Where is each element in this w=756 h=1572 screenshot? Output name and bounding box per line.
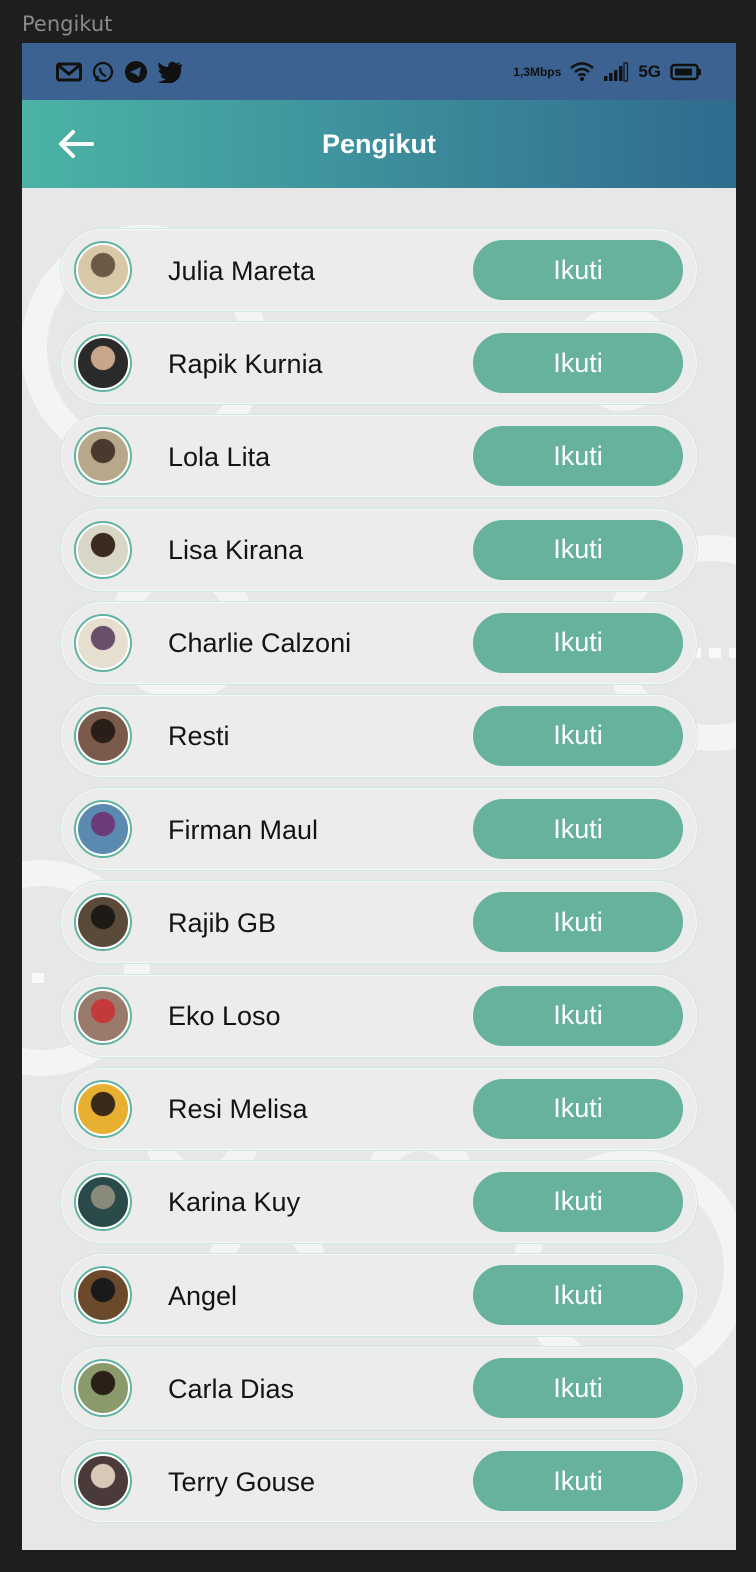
avatar[interactable] — [74, 241, 132, 299]
avatar-photo — [76, 615, 130, 670]
avatar-photo — [76, 802, 130, 857]
avatar-photo — [76, 1361, 130, 1416]
avatar-photo — [76, 429, 130, 484]
follower-name: Resi Melisa — [168, 1094, 308, 1125]
network-type: 5G — [638, 61, 661, 81]
follow-button[interactable]: Ikuti — [473, 705, 683, 766]
avatar-photo — [76, 1268, 130, 1323]
avatar[interactable] — [74, 1079, 132, 1138]
whatsapp-icon — [91, 60, 115, 84]
list-item: Terry Gouse Ikuti — [60, 1439, 698, 1524]
avatar-photo — [76, 708, 130, 763]
avatar[interactable] — [74, 706, 132, 765]
avatar[interactable] — [74, 1452, 132, 1511]
follow-button[interactable]: Ikuti — [473, 612, 683, 673]
follow-button[interactable]: Ikuti — [473, 1078, 683, 1139]
list-item: Resi Melisa Ikuti — [60, 1066, 698, 1151]
follow-button[interactable]: Ikuti — [473, 519, 683, 580]
follow-button[interactable]: Ikuti — [473, 1171, 683, 1232]
follower-name: Terry Gouse — [168, 1466, 316, 1497]
notification-icons — [56, 60, 183, 84]
follow-button[interactable]: Ikuti — [473, 1265, 683, 1326]
status-bar: 1,3Mbps 5G — [22, 43, 736, 100]
telegram-icon — [124, 60, 148, 84]
follow-button[interactable]: Ikuti — [473, 799, 683, 860]
avatar[interactable] — [74, 613, 132, 672]
avatar[interactable] — [74, 520, 132, 579]
follow-button[interactable]: Ikuti — [473, 985, 683, 1046]
wifi-icon — [570, 61, 595, 82]
avatar-photo — [76, 243, 130, 297]
list-item: Rapik Kurnia Ikuti — [60, 321, 698, 406]
follower-name: Charlie Calzoni — [168, 628, 352, 659]
follower-name: Rajib GB — [168, 907, 277, 938]
avatar-photo — [76, 1081, 130, 1136]
avatar[interactable] — [74, 427, 132, 486]
avatar-photo — [76, 895, 130, 950]
avatar-photo — [76, 522, 130, 577]
list-item: Carla Dias Ikuti — [60, 1346, 698, 1431]
list-item: Firman Maul Ikuti — [60, 787, 698, 872]
follower-name: Firman Maul — [168, 814, 319, 845]
avatar-photo — [76, 988, 130, 1043]
system-icons: 1,3Mbps 5G — [513, 62, 702, 82]
avatar[interactable] — [74, 1172, 132, 1231]
follow-button[interactable]: Ikuti — [473, 1451, 683, 1512]
follow-button[interactable]: Ikuti — [473, 426, 683, 487]
list-item: Lola Lita Ikuti — [60, 414, 698, 499]
list-item: Julia Mareta Ikuti — [60, 228, 698, 312]
list-item: Resti Ikuti — [60, 693, 698, 778]
network-speed: 1,3Mbps — [513, 64, 562, 79]
follow-button[interactable]: Ikuti — [473, 333, 683, 394]
twitter-icon — [157, 61, 183, 83]
list-item: Lisa Kirana Ikuti — [60, 507, 698, 592]
follower-name: Eko Loso — [168, 1001, 281, 1031]
list-item: Eko Loso Ikuti — [60, 973, 698, 1058]
follow-button[interactable]: Ikuti — [473, 240, 683, 300]
avatar[interactable] — [74, 893, 132, 952]
follow-button[interactable]: Ikuti — [473, 892, 683, 953]
follower-name: Karina Kuy — [168, 1187, 301, 1218]
follower-name: Lola Lita — [168, 441, 271, 472]
avatar-photo — [76, 336, 130, 391]
follower-list: Julia Mareta Ikuti Rapik Kurnia Ikuti Lo… — [60, 228, 698, 1533]
battery-icon — [670, 63, 702, 81]
avatar[interactable] — [74, 1359, 132, 1418]
window-title: Pengikut — [22, 12, 113, 36]
follower-name: Lisa Kirana — [168, 535, 304, 566]
follower-name: Julia Mareta — [168, 255, 316, 286]
follower-name: Rapik Kurnia — [168, 348, 323, 379]
avatar[interactable] — [74, 334, 132, 393]
avatar-photo — [76, 1454, 130, 1509]
page-title: Pengikut — [321, 128, 436, 159]
signal-icon — [603, 61, 629, 82]
avatar-photo — [76, 1174, 130, 1229]
avatar[interactable] — [74, 800, 132, 859]
follower-name: Angel — [168, 1280, 238, 1311]
phone-screen: 1,3Mbps 5G Pengikut Julia Mareta Ikuti R… — [22, 43, 736, 1550]
list-item: Rajib GB Ikuti — [60, 880, 698, 965]
avatar[interactable] — [74, 986, 132, 1045]
list-item: Karina Kuy Ikuti — [60, 1159, 698, 1244]
list-item: Angel Ikuti — [60, 1253, 698, 1338]
follower-name: Carla Dias — [168, 1373, 295, 1404]
follow-button[interactable]: Ikuti — [473, 1358, 683, 1419]
app-bar: Pengikut — [22, 100, 736, 188]
gmail-icon — [56, 62, 82, 82]
avatar[interactable] — [74, 1266, 132, 1325]
list-item: Charlie Calzoni Ikuti — [60, 600, 698, 685]
follower-name: Resti — [168, 721, 230, 752]
